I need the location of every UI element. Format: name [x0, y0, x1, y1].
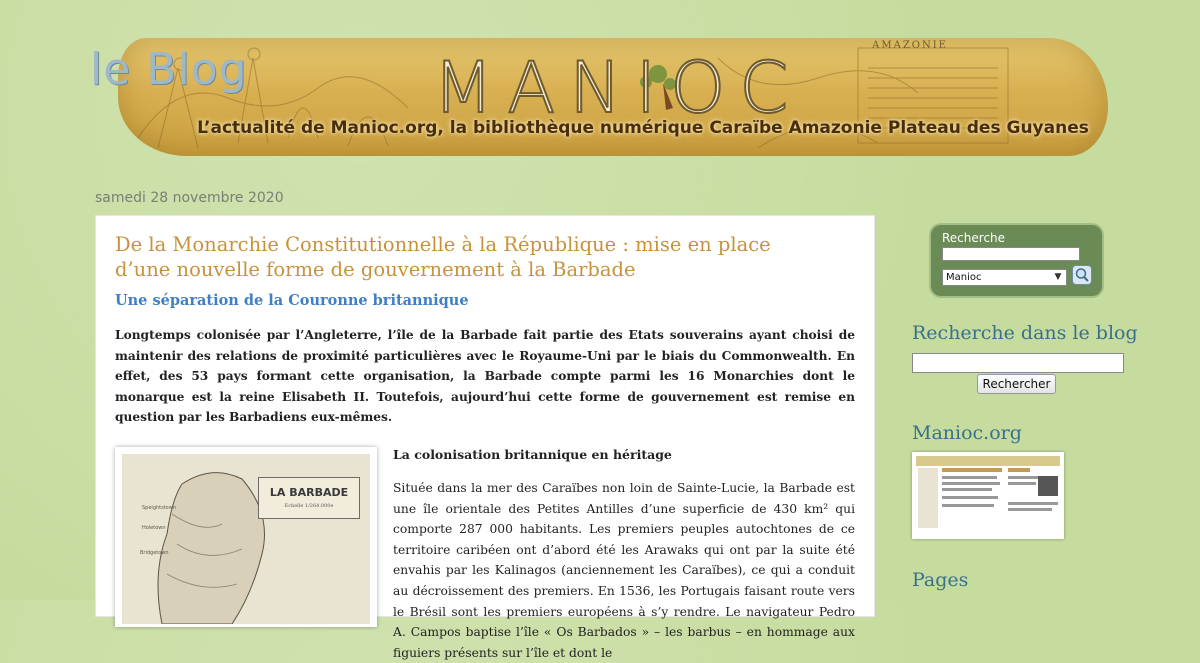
- manioc-search-widget: Recherche Manioc ▼: [929, 223, 1104, 298]
- manioc-heading: Manioc.org: [912, 422, 1022, 444]
- blog-search-button[interactable]: Rechercher: [977, 374, 1056, 394]
- blog-header: MANIOC AMAZONIE L’actualité de Manioc.or…: [0, 0, 1200, 180]
- section-heading: La colonisation britannique en héritage: [393, 447, 672, 462]
- svg-text:Speightstown: Speightstown: [142, 505, 176, 511]
- blog-post: De la Monarchie Constitutionnelle à la R…: [95, 215, 875, 660]
- banner-page-label: AMAZONIE: [872, 40, 948, 51]
- blog-search-input[interactable]: [912, 353, 1124, 373]
- post-title[interactable]: De la Monarchie Constitutionnelle à la R…: [115, 232, 815, 282]
- barbados-map-image[interactable]: Speightstown Holetown Bridgetown LA BARB…: [115, 447, 377, 627]
- search-scope-value: Manioc: [946, 272, 982, 283]
- blog-search-heading: Recherche dans le blog: [912, 322, 1138, 344]
- search-widget-label: Recherche: [942, 231, 1006, 245]
- site-tagline: L’actualité de Manioc.org, la bibliothèq…: [197, 118, 1089, 138]
- manioc-site-thumbnail[interactable]: [912, 452, 1064, 539]
- blog-label: le Blog: [90, 44, 248, 95]
- manioc-banner[interactable]: MANIOC AMAZONIE L’actualité de Manioc.or…: [118, 38, 1108, 156]
- post-subtitle: Une séparation de la Couronne britanniqu…: [115, 292, 469, 309]
- search-button[interactable]: [1072, 265, 1092, 285]
- post-date: samedi 28 novembre 2020: [95, 190, 284, 206]
- chevron-down-icon: ▼: [1054, 272, 1062, 282]
- site-title: MANIOC: [432, 47, 803, 129]
- post-intro: Longtemps colonisée par l’Angleterre, l’…: [115, 328, 855, 424]
- search-icon: [1075, 268, 1089, 282]
- svg-text:Bridgetown: Bridgetown: [140, 550, 169, 556]
- search-scope-select[interactable]: Manioc ▼: [942, 269, 1067, 286]
- section-body: Située dans la mer des Caraïbes non loin…: [393, 481, 855, 660]
- website-screenshot-icon: [916, 456, 1060, 528]
- search-input[interactable]: [942, 247, 1080, 261]
- map-title: LA BARBADE: [269, 486, 349, 499]
- map-scale: Echelle 1/264.000e: [284, 503, 334, 509]
- map-title-box: LA BARBADE Echelle 1/264.000e: [258, 477, 360, 519]
- map-illustration: Speightstown Holetown Bridgetown LA BARB…: [122, 454, 370, 624]
- svg-text:Holetown: Holetown: [142, 525, 166, 531]
- pages-heading: Pages: [912, 569, 969, 591]
